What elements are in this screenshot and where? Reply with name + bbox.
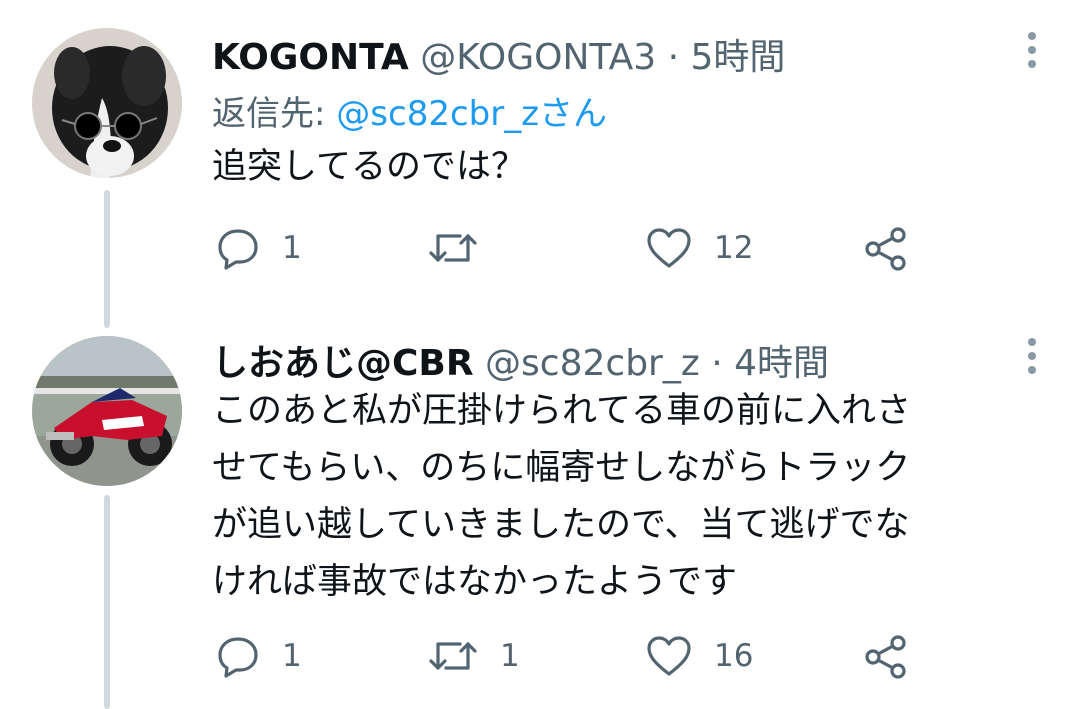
share-action[interactable] xyxy=(862,226,908,272)
handle[interactable]: @sc82cbr_z xyxy=(485,343,700,384)
reply-count: 1 xyxy=(282,230,302,266)
tweet-text: 追突してるのでは？ xyxy=(212,139,526,196)
separator: · xyxy=(667,37,680,78)
display-name[interactable]: しおあじ@CBR xyxy=(212,343,474,384)
reply-to-label: 返信先: xyxy=(212,94,326,134)
retweet-action[interactable] xyxy=(428,226,500,270)
more-vertical-icon[interactable] xyxy=(1026,32,1038,74)
heart-icon xyxy=(647,636,691,676)
tweet-text: このあと私が圧掛けられてる車の前に入れさ せてもらい、のちに幅寄せしながらトラッ… xyxy=(212,383,911,611)
share-icon xyxy=(865,635,906,679)
retweet-icon xyxy=(429,234,477,262)
tweet-text-line: が追い越していきましたので、当て逃げでな xyxy=(212,505,910,545)
more-vertical-icon[interactable] xyxy=(1026,338,1038,380)
like-count: 16 xyxy=(714,638,754,674)
avatar[interactable] xyxy=(32,336,182,486)
reply-action[interactable]: 1 xyxy=(216,634,302,678)
tweet-header: しおあじ@CBR @sc82cbr_z · 4時間 xyxy=(212,334,829,386)
tweet-text-line: ければ事故ではなかったようです xyxy=(212,562,738,602)
tweet-header: KOGONTA @KOGONTA3 · 5時間 xyxy=(212,28,785,80)
dog-avatar-image xyxy=(32,28,182,178)
retweet-action[interactable]: 1 xyxy=(428,634,520,678)
timestamp[interactable]: 4時間 xyxy=(734,343,829,384)
tweet-text-line: 追突してるのでは？ xyxy=(212,147,526,187)
tweet-text-line: このあと私が圧掛けられてる車の前に入れさ xyxy=(212,391,911,431)
reply-count: 1 xyxy=(282,638,302,674)
retweet-icon xyxy=(429,642,477,670)
tweet-text-line: せてもらい、のちに幅寄せしながらトラック xyxy=(212,448,911,488)
thread-line-lower xyxy=(104,495,110,709)
like-action[interactable]: 12 xyxy=(646,226,753,270)
reply-to-line: 返信先: @sc82cbr_zさん xyxy=(212,86,607,135)
motorcycle-avatar-image xyxy=(32,336,182,486)
display-name[interactable]: KOGONTA xyxy=(212,37,409,78)
like-count: 12 xyxy=(714,230,754,266)
like-action[interactable]: 16 xyxy=(646,634,753,678)
reply-to-mention[interactable]: @sc82cbr_zさん xyxy=(336,94,607,134)
heart-icon xyxy=(647,228,691,268)
thread-line-upper xyxy=(104,190,110,328)
handle[interactable]: @KOGONTA3 xyxy=(420,37,656,78)
share-icon xyxy=(865,227,906,271)
reply-bubble-icon xyxy=(218,229,258,270)
retweet-count: 1 xyxy=(500,638,520,674)
reply-action[interactable]: 1 xyxy=(216,226,302,270)
separator: · xyxy=(711,343,723,384)
timestamp[interactable]: 5時間 xyxy=(690,37,785,78)
share-action[interactable] xyxy=(862,634,908,680)
reply-bubble-icon xyxy=(218,637,258,678)
avatar[interactable] xyxy=(32,28,182,178)
